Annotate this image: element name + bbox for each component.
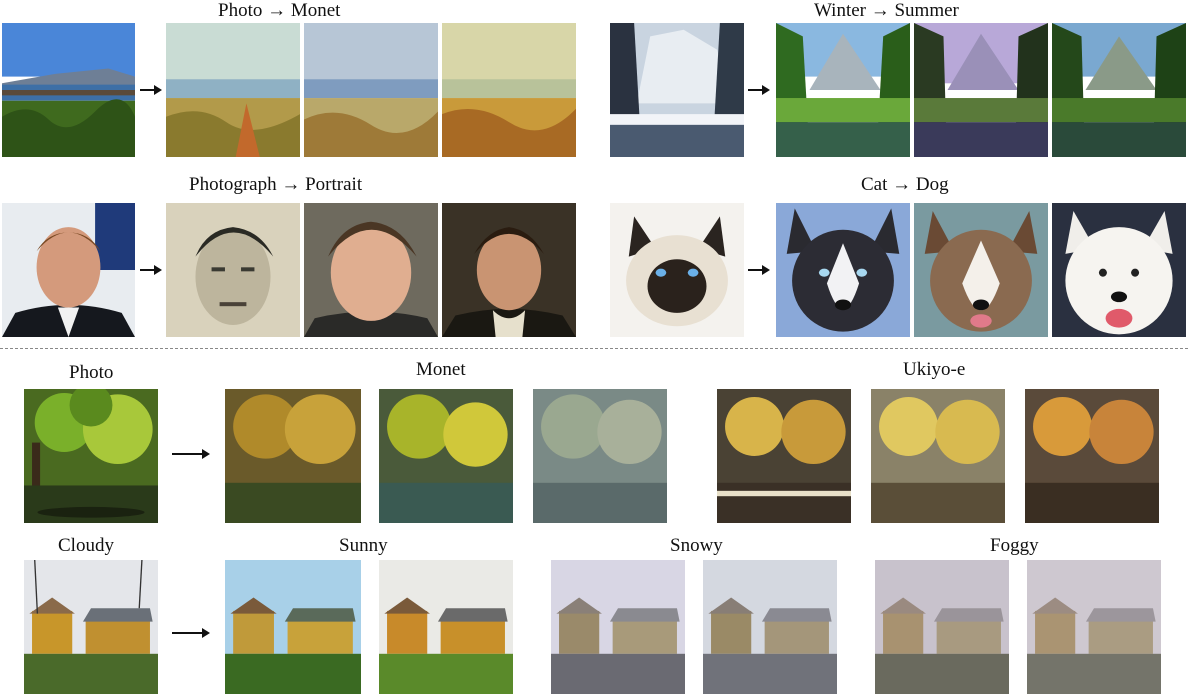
photo-lake-source	[2, 23, 135, 157]
ukiyoe-forest-output-3	[1025, 389, 1159, 523]
summer-output-2	[914, 23, 1048, 157]
label-photo-to-monet: Photo → Monet	[218, 0, 341, 21]
label-cat-to-dog: Cat → Dog	[861, 174, 949, 195]
arrow-right-icon	[140, 85, 162, 95]
label-snowy: Snowy	[670, 535, 723, 556]
label-ukiyo-e: Ukiyo-e	[903, 359, 966, 380]
cloudy-house-source	[24, 560, 158, 694]
snowy-output-1	[551, 560, 685, 694]
dog-output-3	[1052, 203, 1186, 337]
photograph-man-source	[2, 203, 135, 337]
monet-forest-output-3	[533, 389, 667, 523]
monet-lake-output-3	[442, 23, 576, 157]
snowy-output-2	[703, 560, 837, 694]
cat-source	[610, 203, 744, 337]
arrow-right-icon	[172, 628, 210, 638]
label-winter-to-summer: Winter → Summer	[814, 0, 959, 21]
section-divider	[0, 348, 1188, 349]
sunny-output-2	[379, 560, 513, 694]
monet-lake-output-1	[166, 23, 300, 157]
portrait-output-3	[442, 203, 576, 337]
summer-output-3	[1052, 23, 1186, 157]
arrow-right-icon	[172, 449, 210, 459]
label-photograph-to-portrait: Photograph → Portrait	[189, 174, 363, 195]
arrow-right-icon	[140, 265, 162, 275]
label-monet: Monet	[416, 359, 466, 380]
portrait-output-1	[166, 203, 300, 337]
monet-forest-output-2	[379, 389, 513, 523]
monet-lake-output-2	[304, 23, 438, 157]
monet-forest-output-1	[225, 389, 361, 523]
ukiyoe-forest-output-2	[871, 389, 1005, 523]
foggy-output-2	[1027, 560, 1161, 694]
label-cloudy: Cloudy	[58, 535, 114, 556]
summer-output-1	[776, 23, 910, 157]
sunny-output-1	[225, 560, 361, 694]
dog-output-1	[776, 203, 910, 337]
ukiyoe-forest-output-1	[717, 389, 851, 523]
portrait-output-2	[304, 203, 438, 337]
photo-forest-source	[24, 389, 158, 523]
arrow-right-icon	[748, 265, 770, 275]
dog-output-2	[914, 203, 1048, 337]
arrow-right-icon	[748, 85, 770, 95]
label-foggy: Foggy	[990, 535, 1039, 556]
winter-landscape-source	[610, 23, 744, 157]
foggy-output-1	[875, 560, 1009, 694]
label-photo: Photo	[69, 362, 114, 383]
label-sunny: Sunny	[339, 535, 388, 556]
